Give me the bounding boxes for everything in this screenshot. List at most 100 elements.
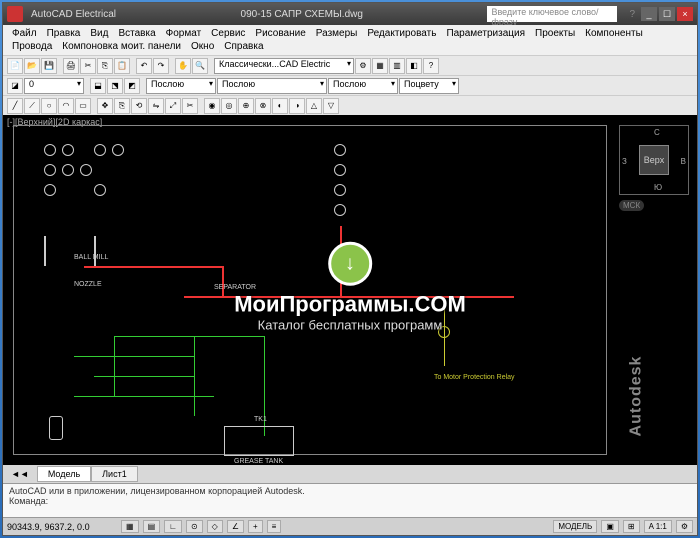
status-icon[interactable]: ⊞ bbox=[623, 520, 640, 533]
tool-icon[interactable]: ▥ bbox=[389, 58, 405, 74]
rect-button[interactable]: ▭ bbox=[75, 98, 91, 114]
grid-button[interactable]: ▤ bbox=[143, 520, 161, 533]
tool-icon[interactable]: ◧ bbox=[406, 58, 422, 74]
copy-button[interactable]: ⎘ bbox=[97, 58, 113, 74]
move-button[interactable]: ✥ bbox=[97, 98, 113, 114]
line-button[interactable]: ╱ bbox=[7, 98, 23, 114]
menu-draw[interactable]: Рисование bbox=[250, 27, 310, 40]
print-button[interactable]: 🖨 bbox=[63, 58, 79, 74]
toolbar-layers: ◪ 0 ⬓ ⬔ ◩ Послою Послою Послою Поцвету bbox=[3, 75, 697, 95]
copy-obj-button[interactable]: ⎘ bbox=[114, 98, 130, 114]
rotate-button[interactable]: ⟲ bbox=[131, 98, 147, 114]
tool-icon[interactable]: ▦ bbox=[372, 58, 388, 74]
menu-components[interactable]: Компоненты bbox=[580, 27, 648, 40]
help-icon[interactable]: ? bbox=[629, 9, 635, 20]
menu-window[interactable]: Окно bbox=[186, 40, 219, 53]
menu-help[interactable]: Справка bbox=[219, 40, 268, 53]
layer-state-combo[interactable]: 0 bbox=[24, 78, 84, 94]
tool-icon[interactable]: ◩ bbox=[124, 78, 140, 94]
lineweight-combo[interactable]: Послою bbox=[328, 78, 398, 94]
linetype-combo[interactable]: Послою bbox=[217, 78, 327, 94]
snap-button[interactable]: ▦ bbox=[121, 520, 139, 533]
osnap-button[interactable]: ◇ bbox=[207, 520, 223, 533]
maximize-button[interactable]: ☐ bbox=[659, 7, 675, 21]
wire-green bbox=[114, 336, 115, 396]
component-symbol bbox=[334, 164, 346, 176]
dyn-button[interactable]: + bbox=[248, 520, 263, 533]
drawing-canvas[interactable]: [-][Верхний][2D каркас] bbox=[3, 115, 697, 465]
tool-icon[interactable]: ◉ bbox=[204, 98, 220, 114]
zoom-button[interactable]: 🔍 bbox=[192, 58, 208, 74]
pan-button[interactable]: ✋ bbox=[175, 58, 191, 74]
tool-icon[interactable]: ? bbox=[423, 58, 439, 74]
trim-button[interactable]: ✂ bbox=[182, 98, 198, 114]
menu-file[interactable]: Файл bbox=[7, 27, 42, 40]
menu-modify[interactable]: Редактировать bbox=[362, 27, 441, 40]
workspace-combo[interactable]: Классически...CAD Electric bbox=[214, 58, 354, 74]
menu-view[interactable]: Вид bbox=[85, 27, 113, 40]
label-nozzle: NOZZLE bbox=[74, 281, 102, 288]
plotstyle-combo[interactable]: Поцвету bbox=[399, 78, 459, 94]
close-button[interactable]: × bbox=[677, 7, 693, 21]
tool-icon[interactable]: △ bbox=[306, 98, 322, 114]
paste-button[interactable]: 📋 bbox=[114, 58, 130, 74]
arc-button[interactable]: ◠ bbox=[58, 98, 74, 114]
circle-button[interactable]: ○ bbox=[41, 98, 57, 114]
model-space-button[interactable]: МОДЕЛЬ bbox=[553, 520, 597, 533]
viewcube[interactable]: С Ю З В Верх bbox=[619, 125, 689, 195]
menu-insert[interactable]: Вставка bbox=[113, 27, 160, 40]
vessel-symbol bbox=[49, 416, 63, 440]
command-line[interactable]: AutoCAD или в приложении, лицензированно… bbox=[3, 483, 697, 517]
tool-icon[interactable]: ◎ bbox=[221, 98, 237, 114]
tool-icon[interactable]: ⊕ bbox=[238, 98, 254, 114]
search-input[interactable]: Введите ключевое слово/фразу bbox=[487, 6, 617, 22]
autodesk-logo: Autodesk bbox=[628, 356, 646, 437]
menu-edit[interactable]: Правка bbox=[42, 27, 86, 40]
menu-dimension[interactable]: Размеры bbox=[311, 27, 363, 40]
tool-icon[interactable]: ⊗ bbox=[255, 98, 271, 114]
status-icon[interactable]: ▣ bbox=[601, 520, 619, 533]
component-symbol bbox=[334, 204, 346, 216]
tool-icon[interactable]: ◑ bbox=[289, 98, 305, 114]
menu-projects[interactable]: Проекты bbox=[530, 27, 580, 40]
save-button[interactable]: 💾 bbox=[41, 58, 57, 74]
status-icon[interactable]: ⚙ bbox=[676, 520, 693, 533]
menu-tools[interactable]: Сервис bbox=[206, 27, 250, 40]
navigation-panel: С Ю З В Верх МСК bbox=[619, 125, 689, 213]
viewcube-face[interactable]: Верх bbox=[639, 145, 669, 175]
color-combo[interactable]: Послою bbox=[146, 78, 216, 94]
tab-nav-prev[interactable]: ◄◄ bbox=[3, 469, 37, 479]
drawing-frame: GREASE TANK TK1 To Motor Protection Rela… bbox=[13, 125, 607, 455]
menu-format[interactable]: Формат bbox=[161, 27, 207, 40]
label-ballmill: BALL MILL bbox=[74, 254, 108, 261]
otrack-button[interactable]: ∠ bbox=[227, 520, 244, 533]
polyline-button[interactable]: ⟋ bbox=[24, 98, 40, 114]
toolbar-standard: 📄 📂 💾 🖨 ✂ ⎘ 📋 ↶ ↷ ✋ 🔍 Классически...CAD … bbox=[3, 55, 697, 75]
label-separator: SEPARATOR bbox=[214, 284, 256, 291]
layer-button[interactable]: ◪ bbox=[7, 78, 23, 94]
annotation-scale[interactable]: A 1:1 bbox=[644, 520, 672, 533]
tool-icon[interactable]: ◐ bbox=[272, 98, 288, 114]
scale-button[interactable]: ⤢ bbox=[165, 98, 181, 114]
redo-button[interactable]: ↷ bbox=[153, 58, 169, 74]
tool-icon[interactable]: ⬓ bbox=[90, 78, 106, 94]
ortho-button[interactable]: ∟ bbox=[164, 520, 182, 533]
tool-icon[interactable]: ⚙ bbox=[355, 58, 371, 74]
new-button[interactable]: 📄 bbox=[7, 58, 23, 74]
lwt-button[interactable]: ≡ bbox=[267, 520, 282, 533]
tab-model[interactable]: Модель bbox=[37, 466, 91, 482]
open-button[interactable]: 📂 bbox=[24, 58, 40, 74]
label-tk1: TK1 bbox=[254, 416, 267, 423]
mirror-button[interactable]: ⇋ bbox=[148, 98, 164, 114]
menu-panel[interactable]: Компоновка моит. панели bbox=[57, 40, 186, 53]
wcs-label[interactable]: МСК bbox=[619, 200, 644, 211]
cut-button[interactable]: ✂ bbox=[80, 58, 96, 74]
tool-icon[interactable]: ⬔ bbox=[107, 78, 123, 94]
minimize-button[interactable]: _ bbox=[641, 7, 657, 21]
undo-button[interactable]: ↶ bbox=[136, 58, 152, 74]
polar-button[interactable]: ⊙ bbox=[186, 520, 203, 533]
menu-wires[interactable]: Провода bbox=[7, 40, 57, 53]
tool-icon[interactable]: ▽ bbox=[323, 98, 339, 114]
menu-parametric[interactable]: Параметризация bbox=[441, 27, 530, 40]
tab-sheet1[interactable]: Лист1 bbox=[91, 466, 138, 482]
